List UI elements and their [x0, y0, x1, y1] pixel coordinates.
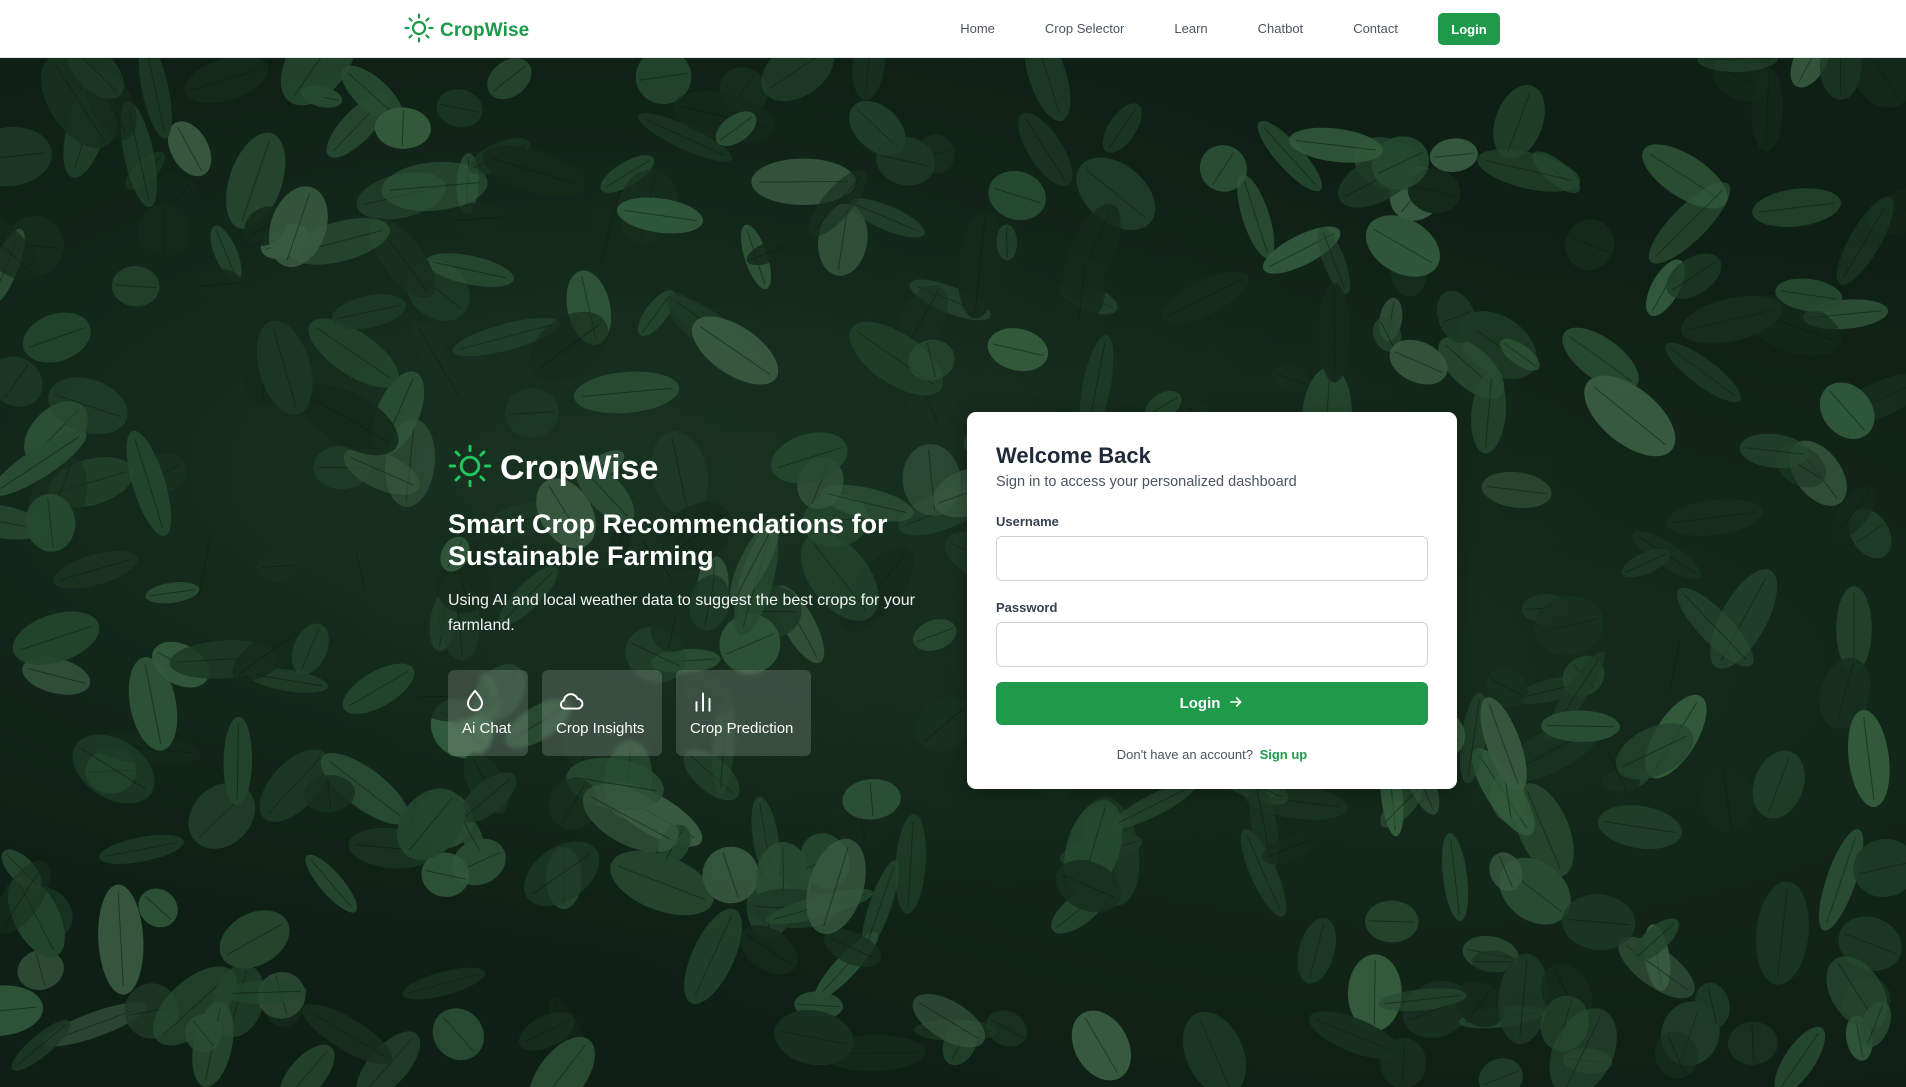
intro-brand-name: CropWise	[500, 448, 659, 487]
arrow-right-icon	[1228, 694, 1244, 714]
nav-link-learn[interactable]: Learn	[1174, 13, 1207, 45]
hero-section	[0, 58, 1906, 1087]
sun-icon	[404, 13, 434, 48]
login-title: Welcome Back	[996, 443, 1151, 468]
password-input[interactable]	[996, 622, 1428, 667]
cloud-icon	[556, 688, 648, 714]
feature-list: Ai Chat Crop Insights Crop Prediction	[448, 670, 928, 756]
feature-label: Crop Insights	[556, 720, 645, 737]
signup-row: Don't have an account? Sign up	[996, 747, 1428, 762]
bar-chart-icon	[690, 688, 797, 714]
nav-link-crop-selector[interactable]: Crop Selector	[1045, 13, 1124, 45]
password-label: Password	[996, 600, 1058, 615]
hero-overlay	[0, 58, 1906, 1087]
droplet-icon	[462, 688, 514, 714]
login-submit-button[interactable]: Login	[996, 682, 1428, 725]
login-subtitle: Sign in to access your personalized dash…	[996, 474, 1297, 490]
signup-prompt: Don't have an account?	[1116, 747, 1253, 762]
hero-subtitle: Using AI and local weather data to sugge…	[448, 592, 915, 634]
feature-label: Ai Chat	[462, 720, 512, 737]
top-navbar: CropWise Home Crop Selector Learn Chatbo…	[0, 0, 1906, 58]
intro-panel: CropWise Smart Crop Recommendations for …	[448, 444, 928, 756]
sun-icon	[448, 444, 492, 493]
username-input[interactable]	[996, 536, 1428, 581]
nav-link-contact[interactable]: Contact	[1353, 13, 1398, 45]
brand-name: CropWise	[440, 19, 530, 41]
feature-card-ai-chat[interactable]: Ai Chat	[448, 670, 528, 756]
intro-brand: CropWise	[448, 444, 928, 493]
signup-link[interactable]: Sign up	[1260, 747, 1308, 762]
feature-card-crop-insights[interactable]: Crop Insights	[542, 670, 662, 756]
login-submit-label: Login	[1179, 695, 1221, 712]
hero-headline: Smart Crop Recommendations for Sustainab…	[448, 509, 888, 571]
nav-links: Home Crop Selector Learn Chatbot Contact…	[960, 13, 1500, 45]
feature-card-crop-prediction[interactable]: Crop Prediction	[676, 670, 811, 756]
nav-login-button[interactable]: Login	[1438, 13, 1500, 45]
nav-link-chatbot[interactable]: Chatbot	[1258, 13, 1304, 45]
username-label: Username	[996, 514, 1059, 529]
nav-link-home[interactable]: Home	[960, 13, 995, 45]
login-card: Welcome Back Sign in to access your pers…	[967, 412, 1457, 789]
brand-logo-link[interactable]: CropWise	[404, 13, 529, 48]
feature-label: Crop Prediction	[690, 720, 794, 737]
